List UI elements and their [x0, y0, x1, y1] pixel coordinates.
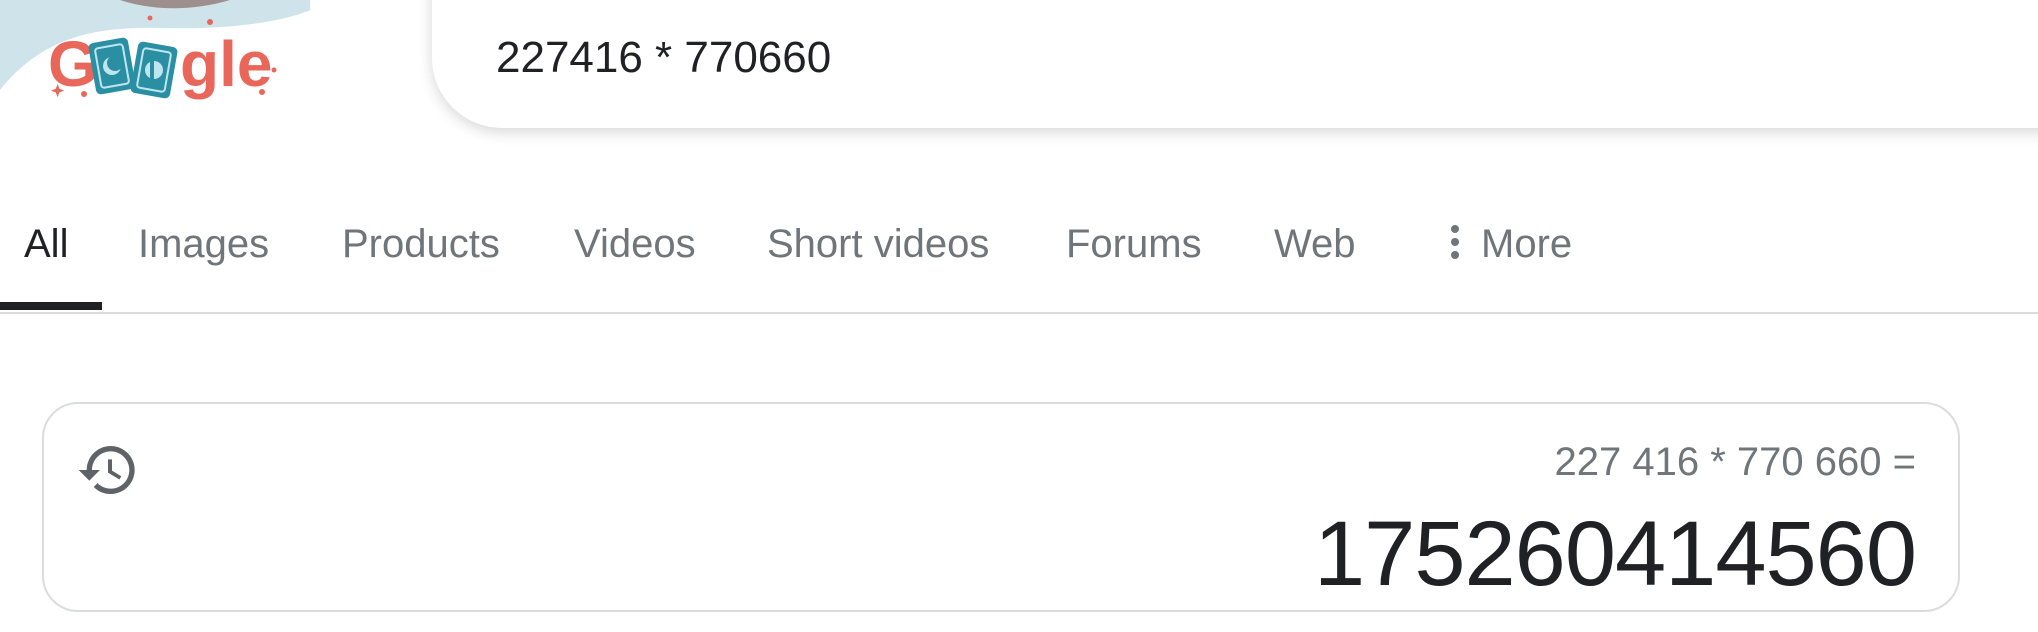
logo-letters-gle: gle [180, 28, 272, 100]
calculator-result: 175260414560 [1314, 503, 1917, 605]
tab-label: Forums [1066, 222, 1202, 266]
tab-all[interactable]: All [24, 222, 68, 272]
search-tabs: All Images Products Videos Short videos … [0, 200, 2038, 314]
calculator-card: 227 416 * 770 660 = 175260414560 [42, 402, 1960, 612]
logo-letter-g: G [48, 28, 98, 100]
active-tab-indicator [0, 302, 102, 310]
tab-label: Images [138, 222, 270, 266]
google-doodle-logo[interactable]: G gle [0, 0, 310, 120]
tab-label: All [24, 222, 69, 266]
doodle-artwork: G gle [0, 0, 310, 100]
tab-videos[interactable]: Videos [574, 222, 696, 272]
tab-short-videos[interactable]: Short videos [767, 222, 989, 272]
tab-products[interactable]: Products [342, 222, 500, 272]
tab-label: Videos [574, 222, 696, 266]
logo-card-right [130, 41, 178, 99]
history-icon[interactable] [76, 438, 140, 502]
calculator-expression: 227 416 * 770 660 = [1554, 440, 1916, 484]
tab-label: Web [1274, 222, 1356, 266]
tab-more[interactable]: More [1451, 222, 1572, 272]
tab-forums[interactable]: Forums [1066, 222, 1202, 272]
tab-web[interactable]: Web [1274, 222, 1356, 272]
tab-images[interactable]: Images [138, 222, 269, 272]
tab-label: Short videos [767, 222, 990, 266]
search-input[interactable] [496, 28, 1896, 88]
tab-label: More [1481, 222, 1573, 266]
more-vertical-icon [1451, 225, 1459, 260]
tab-label: Products [342, 222, 500, 266]
